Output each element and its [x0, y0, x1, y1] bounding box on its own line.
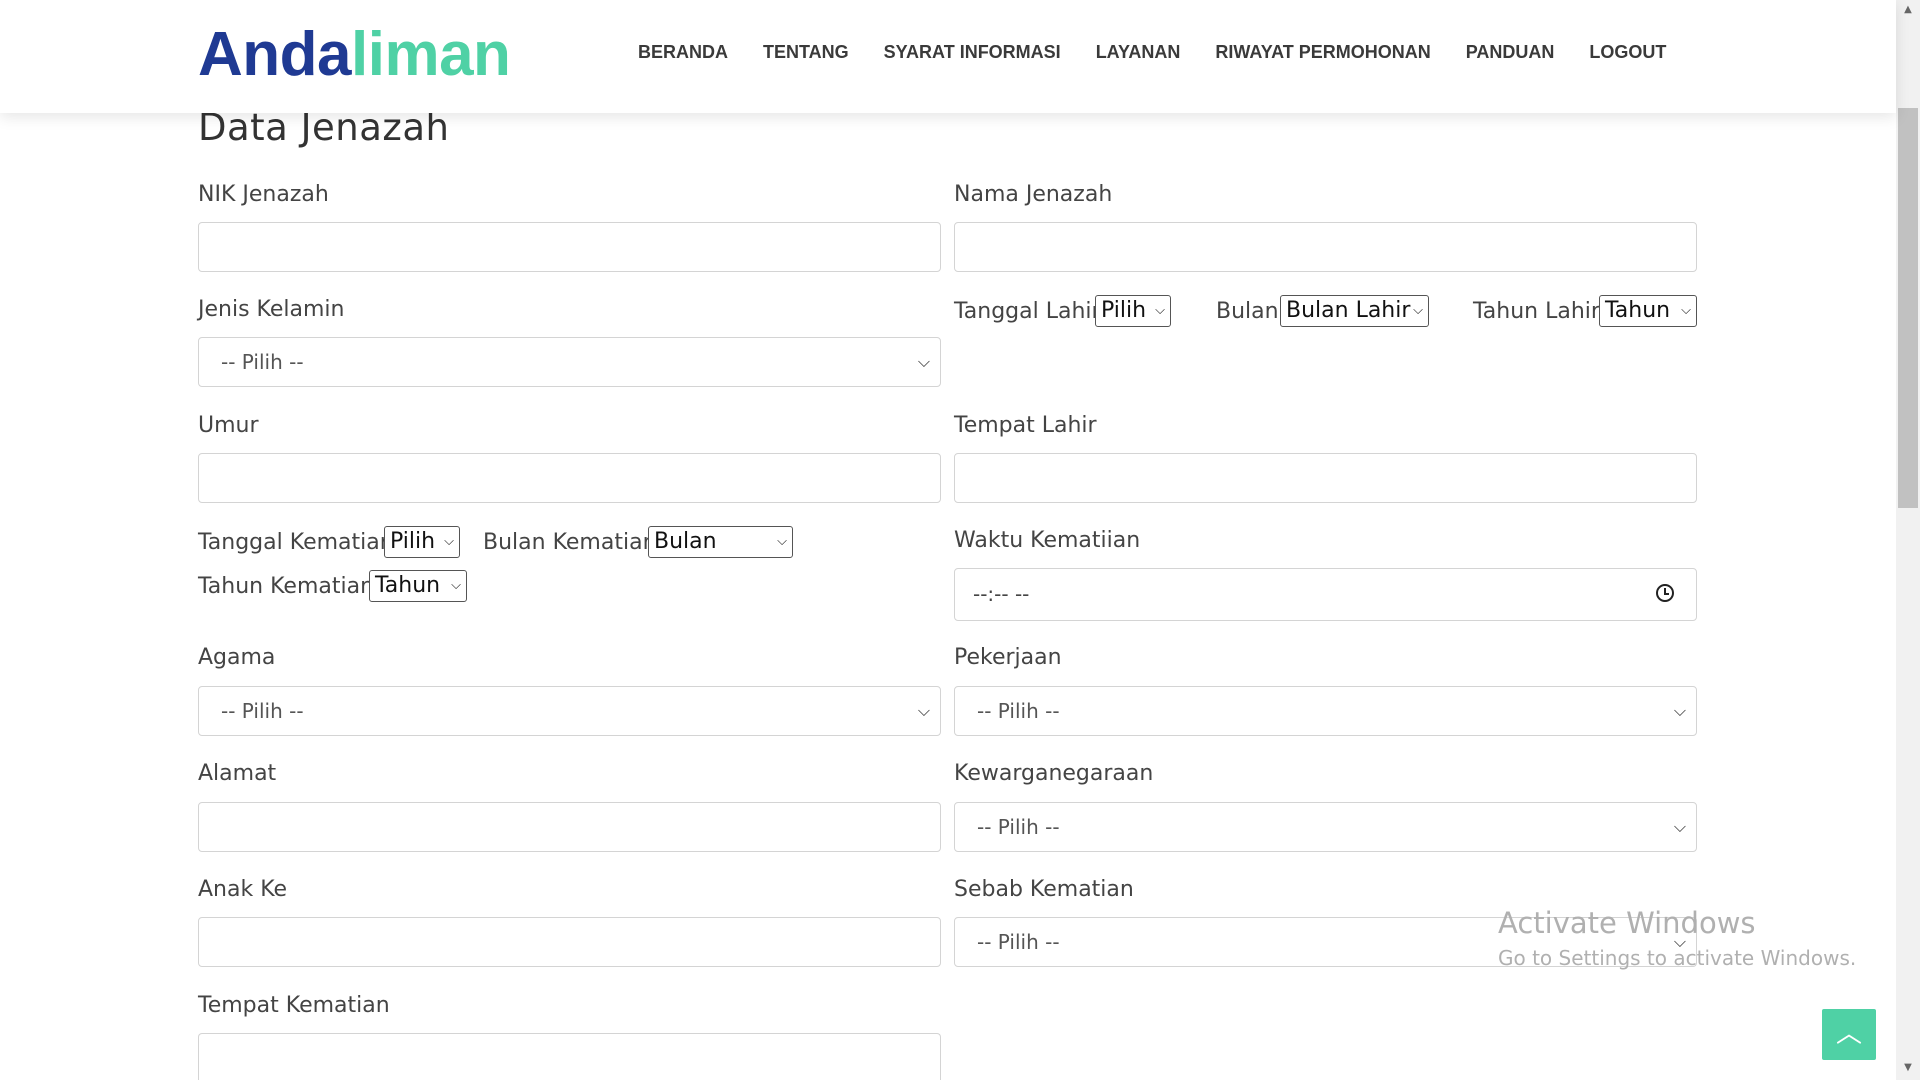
bulan-lahir-label: Bulan	[1216, 299, 1279, 324]
nav-layanan[interactable]: LAYANAN	[1096, 42, 1181, 63]
chevron-down-icon: ⌵	[1673, 701, 1686, 720]
waktu-kematian-label: Waktu Kematiian	[954, 528, 1141, 553]
kewarganegaraan-select[interactable]: -- Pilih -- ⌵	[954, 802, 1697, 852]
tanggal-kematian-select[interactable]: Pilih ⌵	[384, 526, 460, 558]
tempat-lahir-label: Tempat Lahir	[954, 413, 1097, 438]
windows-activation-subtitle: Go to Settings to activate Windows.	[1498, 946, 1857, 970]
nav-logout[interactable]: LOGOUT	[1589, 42, 1666, 63]
chevron-down-icon: ⌵	[451, 578, 461, 593]
logo-text-primary: Anda	[198, 20, 352, 89]
logo-text-accent: liman	[351, 20, 511, 89]
kewarganegaraan-label: Kewarganegaraan	[954, 761, 1154, 786]
agama-label: Agama	[198, 645, 276, 670]
time-placeholder: --:-- --	[973, 582, 1030, 606]
chevron-down-icon: ⌵	[1413, 303, 1423, 318]
nik-input[interactable]	[198, 222, 941, 272]
chevron-down-icon: ⌵	[1673, 817, 1686, 836]
scroll-down-arrow-icon[interactable]: ▼	[1896, 1058, 1920, 1078]
tempat-lahir-input[interactable]	[954, 453, 1697, 503]
agama-selected: -- Pilih --	[221, 699, 304, 723]
bulan-kematian-select[interactable]: Bulan ⌵	[648, 526, 793, 558]
chevron-down-icon: ⌵	[917, 701, 930, 720]
windows-activation-title: Activate Windows	[1498, 906, 1756, 940]
pekerjaan-selected: -- Pilih --	[977, 699, 1060, 723]
chevron-down-icon: ⌵	[777, 534, 787, 549]
chevron-down-icon: ⌵	[1155, 303, 1165, 318]
chevron-down-icon: ⌵	[444, 534, 454, 549]
tanggal-lahir-selected: Pilih	[1101, 298, 1147, 323]
site-logo[interactable]: Andaliman	[198, 20, 511, 90]
tahun-lahir-label: Tahun Lahir	[1473, 299, 1600, 324]
tanggal-kematian-label: Tanggal Kematian	[198, 530, 394, 555]
clock-icon[interactable]	[1656, 584, 1674, 602]
waktu-kematian-input[interactable]: --:-- --	[954, 568, 1697, 621]
site-header: Andaliman BERANDA TENTANG SYARAT INFORMA…	[0, 0, 1896, 113]
scrollbar-thumb[interactable]	[1898, 108, 1918, 508]
anak-ke-label: Anak Ke	[198, 877, 288, 902]
agama-select[interactable]: -- Pilih -- ⌵	[198, 686, 941, 736]
jenis-kelamin-select[interactable]: -- Pilih -- ⌵	[198, 337, 941, 387]
tanggal-lahir-label: Tanggal Lahir	[954, 299, 1101, 324]
jenis-kelamin-label: Jenis Kelamin	[198, 297, 345, 322]
nav-tentang[interactable]: TENTANG	[763, 42, 849, 63]
chevron-down-icon: ⌵	[917, 352, 930, 371]
tahun-kematian-select[interactable]: Tahun ⌵	[369, 570, 467, 602]
umur-input[interactable]	[198, 453, 941, 503]
bulan-kematian-selected: Bulan	[654, 529, 717, 554]
tanggal-kematian-selected: Pilih	[390, 529, 436, 554]
nik-label: NIK Jenazah	[198, 182, 329, 207]
tahun-lahir-selected: Tahun	[1605, 298, 1671, 323]
kewarganegaraan-selected: -- Pilih --	[977, 815, 1060, 839]
tempat-kematian-input[interactable]	[198, 1033, 941, 1080]
chevron-down-icon: ⌵	[1681, 303, 1691, 318]
main-nav: BERANDA TENTANG SYARAT INFORMASI LAYANAN…	[638, 42, 1701, 63]
tempat-kematian-label: Tempat Kematian	[198, 993, 390, 1018]
nama-label: Nama Jenazah	[954, 182, 1113, 207]
alamat-label: Alamat	[198, 761, 277, 786]
chevron-up-icon: ︿	[1835, 1019, 1862, 1049]
bulan-kematian-label: Bulan Kematian	[483, 530, 657, 555]
nav-beranda[interactable]: BERANDA	[638, 42, 728, 63]
alamat-input[interactable]	[198, 802, 941, 852]
tahun-kematian-label: Tahun Kematian	[198, 574, 375, 599]
pekerjaan-select[interactable]: -- Pilih -- ⌵	[954, 686, 1697, 736]
back-to-top-button[interactable]: ︿	[1822, 1009, 1876, 1060]
jenis-kelamin-selected: -- Pilih --	[221, 350, 304, 374]
nav-panduan[interactable]: PANDUAN	[1466, 42, 1555, 63]
nav-riwayat-permohonan[interactable]: RIWAYAT PERMOHONAN	[1215, 42, 1430, 63]
bulan-lahir-selected: Bulan Lahir	[1286, 298, 1411, 323]
anak-ke-input[interactable]	[198, 917, 941, 967]
sebab-kematian-selected: -- Pilih --	[977, 930, 1060, 954]
sebab-kematian-label: Sebab Kematian	[954, 877, 1134, 902]
pekerjaan-label: Pekerjaan	[954, 645, 1062, 670]
tahun-lahir-select[interactable]: Tahun ⌵	[1599, 295, 1697, 327]
tanggal-lahir-select[interactable]: Pilih ⌵	[1095, 295, 1171, 327]
umur-label: Umur	[198, 413, 259, 438]
nama-input[interactable]	[954, 222, 1697, 272]
nav-syarat-informasi[interactable]: SYARAT INFORMASI	[884, 42, 1061, 63]
bulan-lahir-select[interactable]: Bulan Lahir ⌵	[1280, 295, 1429, 327]
tahun-kematian-selected: Tahun	[375, 573, 441, 598]
scroll-up-arrow-icon[interactable]: ▲	[1896, 0, 1920, 20]
